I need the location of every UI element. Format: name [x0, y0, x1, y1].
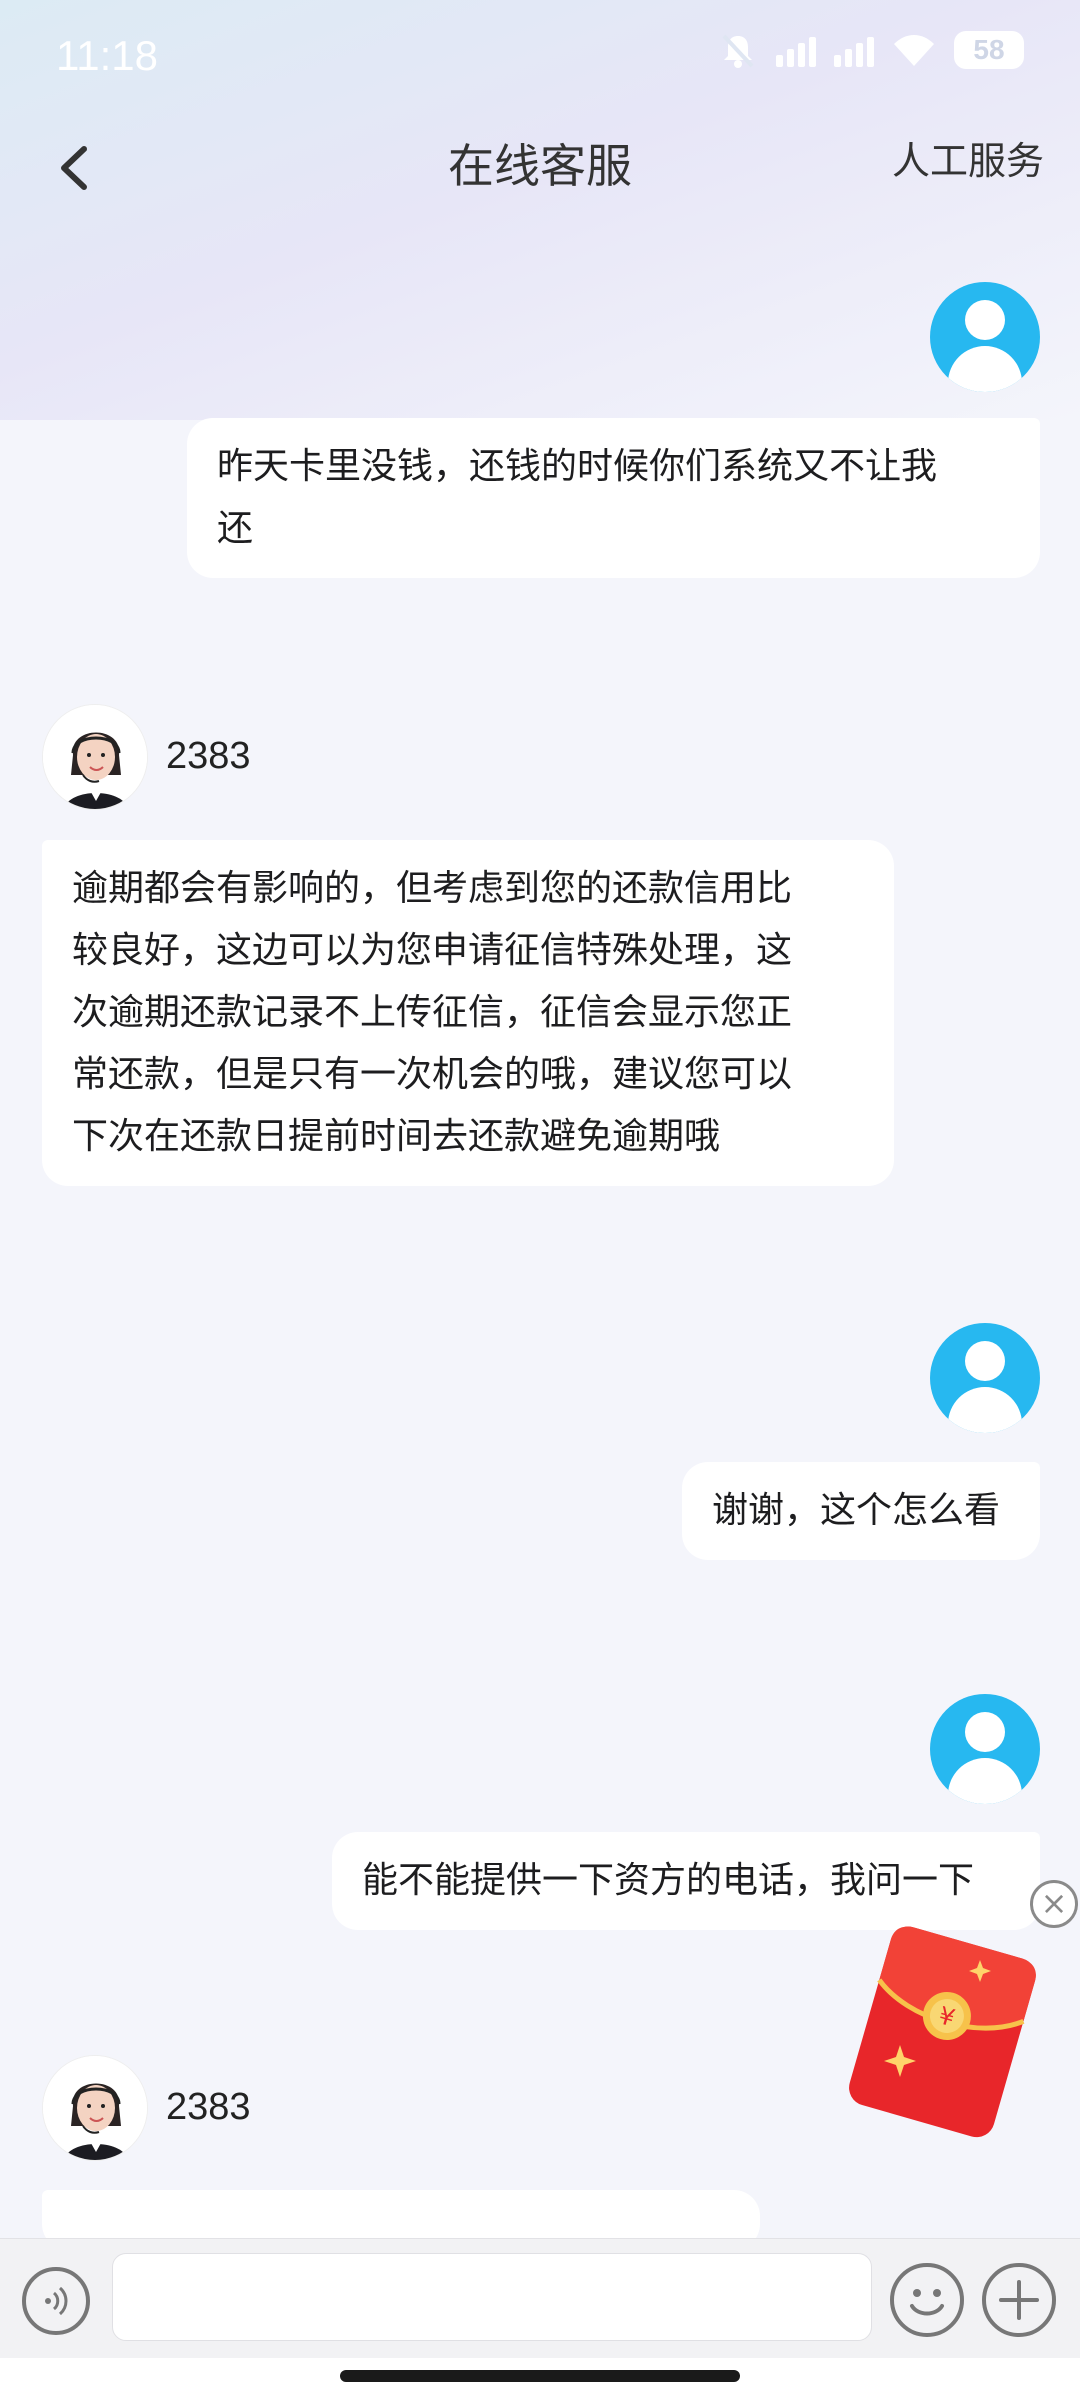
user-avatar[interactable]: [930, 1694, 1040, 1804]
bell-muted-icon: [722, 34, 754, 68]
message-input[interactable]: [112, 2253, 872, 2341]
message-bubble-agent[interactable]: 逾期都会有影响的，但考虑到您的还款信用比 较良好，这边可以为您申请征信特殊处理，…: [42, 840, 894, 1186]
message-line: 较良好，这边可以为您申请征信特殊处理，这: [72, 930, 793, 971]
chat-header: 在线客服 人工服务: [0, 110, 1080, 230]
chat-input-bar: [0, 2238, 1080, 2358]
message-line: 下次在还款日提前时间去还款避免逾期哦: [72, 1116, 721, 1157]
message-bubble-user[interactable]: 谢谢，这个怎么看: [682, 1462, 1040, 1560]
message-line: 能不能提供一下资方的电话，我问一下: [362, 1860, 975, 1901]
plus-icon: [999, 2280, 1039, 2320]
agent-name: 2383: [166, 2086, 251, 2128]
user-avatar[interactable]: [930, 1323, 1040, 1433]
message-bubble-user[interactable]: 昨天卡里没钱，还钱的时候你们系统又不让我 还: [187, 418, 1040, 578]
message-line: 次逾期还款记录不上传征信，征信会显示您正: [72, 992, 793, 1033]
message-line: 昨天卡里没钱，还钱的时候你们系统又不让我: [217, 446, 938, 487]
status-time: 11:18: [56, 32, 158, 79]
signal-icon-2: [834, 33, 874, 67]
battery-icon: 58: [954, 31, 1024, 69]
message-line: 逾期都会有影响的，但考虑到您的还款信用比: [72, 868, 793, 909]
status-bar: 11:18 58: [0, 0, 1080, 110]
message-line: 谢谢，这个怎么看: [712, 1490, 1001, 1531]
emoji-button[interactable]: [890, 2263, 964, 2337]
user-avatar[interactable]: [930, 282, 1040, 392]
wifi-icon: [894, 35, 934, 66]
agent-avatar[interactable]: [42, 704, 148, 810]
message-line: 还: [217, 508, 254, 549]
message-bubble-user[interactable]: 能不能提供一下资方的电话，我问一下: [332, 1832, 1040, 1930]
battery-level: 58: [973, 34, 1005, 65]
voice-icon: [45, 2286, 68, 2316]
agent-portrait-icon: [43, 2056, 147, 2160]
human-service-button[interactable]: 人工服务: [892, 130, 1044, 185]
agent-avatar[interactable]: [42, 2055, 148, 2161]
status-icons: 58: [718, 30, 1024, 70]
agent-name: 2383: [166, 735, 251, 777]
message-line: 常还款，但是只有一次机会的哦，建议您可以: [72, 1054, 793, 1095]
home-indicator[interactable]: [340, 2370, 740, 2382]
agent-portrait-icon: [43, 705, 147, 809]
signal-icon: [776, 33, 816, 67]
redpacket-icon: ¥: [849, 1926, 1036, 2138]
plus-button[interactable]: [982, 2263, 1056, 2337]
redpacket-float[interactable]: ¥: [840, 1920, 1050, 2140]
voice-button[interactable]: [22, 2267, 90, 2335]
emoji-icon: [910, 2289, 944, 2316]
